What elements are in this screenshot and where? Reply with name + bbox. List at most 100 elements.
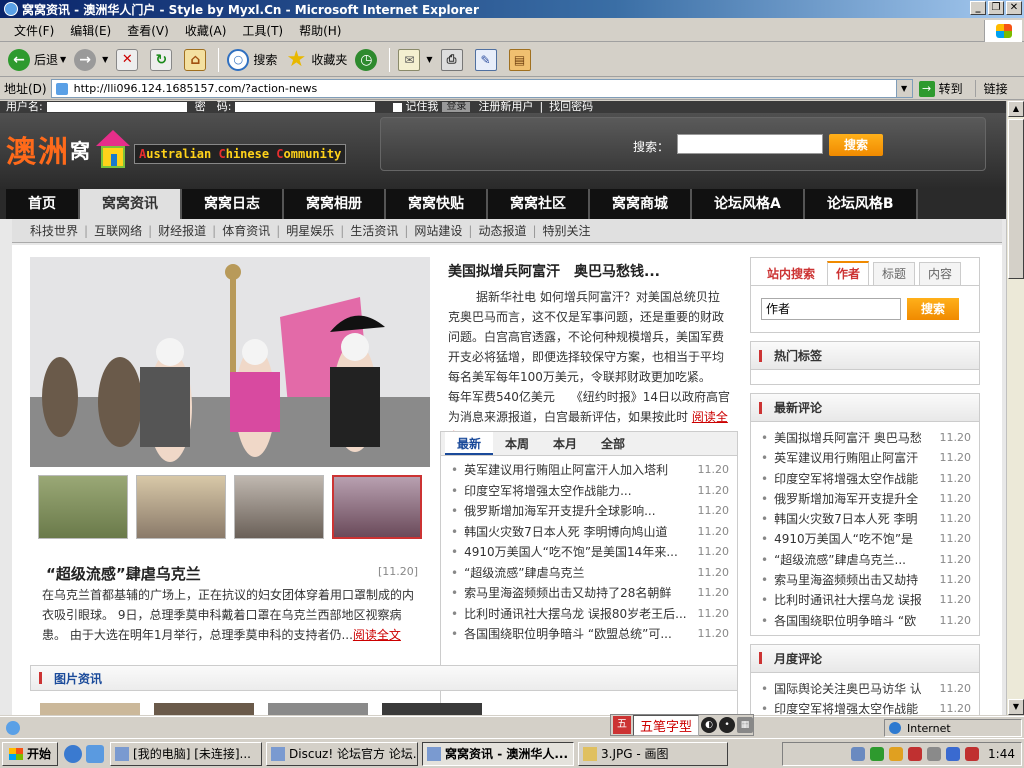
list-item[interactable]: 索马里海盗频频出击又劫持了28名朝鲜11.20 bbox=[451, 583, 729, 604]
restore-button[interactable]: ❐ bbox=[988, 1, 1004, 15]
qq-icon[interactable] bbox=[889, 747, 904, 761]
tray-app-icon[interactable] bbox=[946, 747, 961, 761]
moon-icon[interactable]: ◐ bbox=[701, 717, 718, 733]
volume-icon[interactable] bbox=[965, 747, 980, 761]
menu-favorites[interactable]: 收藏(A) bbox=[177, 22, 235, 39]
scroll-up-icon[interactable]: ▲ bbox=[1008, 101, 1024, 117]
list-item[interactable]: 比利时通讯社大摆乌龙 误报80岁老王后...11.20 bbox=[451, 604, 729, 625]
list-item[interactable]: 美国拟增兵阿富汗 奥巴马愁11.20 bbox=[761, 428, 971, 448]
list-item[interactable]: 索马里海盗频频出击又劫持11.20 bbox=[761, 570, 971, 590]
vertical-scrollbar[interactable]: ▲ ▼ bbox=[1006, 101, 1024, 715]
chevron-down-icon[interactable]: ▼ bbox=[895, 80, 912, 97]
scroll-down-icon[interactable]: ▼ bbox=[1008, 699, 1024, 715]
menu-file[interactable]: 文件(F) bbox=[6, 22, 62, 39]
nav-quickpost[interactable]: 窝窝快贴 bbox=[386, 189, 488, 219]
nav-blog[interactable]: 窝窝日志 bbox=[182, 189, 284, 219]
task-wowo-news[interactable]: 窝窝资讯 - 澳洲华人... bbox=[422, 741, 575, 766]
thumbnail[interactable] bbox=[136, 475, 226, 539]
menu-help[interactable]: 帮助(H) bbox=[291, 22, 349, 39]
remember-checkbox[interactable] bbox=[393, 102, 403, 112]
menu-tools[interactable]: 工具(T) bbox=[234, 22, 291, 39]
tab-week[interactable]: 本周 bbox=[493, 432, 541, 455]
tab-author[interactable]: 作者 bbox=[827, 261, 870, 285]
nav-forum-a[interactable]: 论坛风格A bbox=[692, 189, 805, 219]
sidebar-search-button[interactable]: 搜索 bbox=[907, 298, 959, 320]
list-item[interactable]: 俄罗斯增加海军开支提升全11.20 bbox=[761, 489, 971, 509]
scroll-thumb[interactable] bbox=[1008, 119, 1024, 279]
subnav-item[interactable]: 网站建设 bbox=[408, 222, 468, 239]
window-title-bar[interactable]: 窝窝资讯 - 澳洲华人门户 - Style by Myxl.Cn - Micro… bbox=[0, 0, 1024, 18]
list-item[interactable]: “超级流感”肆虐乌克兰11.20 bbox=[451, 563, 729, 584]
chevron-down-icon[interactable]: ▼ bbox=[60, 55, 66, 64]
tab-latest[interactable]: 最新 bbox=[445, 432, 494, 455]
list-item[interactable]: 4910万美国人“吃不饱”是美国14年来...11.20 bbox=[451, 542, 729, 563]
nav-news[interactable]: 窝窝资讯 bbox=[80, 189, 182, 219]
nav-album[interactable]: 窝窝相册 bbox=[284, 189, 386, 219]
links-button[interactable]: 链接 bbox=[974, 80, 1008, 97]
task-discuz[interactable]: Discuz! 论坛官方 论坛... bbox=[266, 741, 419, 766]
site-search-button[interactable]: 搜索 bbox=[829, 134, 883, 156]
list-item[interactable]: 英军建议用行贿阻止阿富汗人加入塔利11.20 bbox=[451, 460, 729, 481]
task-paint[interactable]: 3.JPG - 画图 bbox=[578, 741, 729, 766]
chevron-down-icon[interactable]: ▼ bbox=[426, 55, 432, 64]
featured-image[interactable] bbox=[30, 257, 430, 467]
list-item[interactable]: 国际舆论关注奥巴马访华 认11.20 bbox=[761, 679, 971, 699]
subnav-item[interactable]: 生活资讯 bbox=[344, 222, 404, 239]
login-button[interactable]: 登录 bbox=[442, 102, 471, 112]
register-link[interactable]: 注册新用户 bbox=[478, 101, 533, 112]
subnav-item[interactable]: 动态报道 bbox=[472, 222, 532, 239]
tab-month[interactable]: 本月 bbox=[541, 432, 589, 455]
picture-thumb[interactable] bbox=[40, 703, 140, 715]
list-item[interactable]: 韩国火灾致7日本人死 李明11.20 bbox=[761, 509, 971, 529]
list-item[interactable]: 各国围绕职位明争暗斗 “欧盟总统”可...11.20 bbox=[451, 624, 729, 645]
subnav-item[interactable]: 科技世界 bbox=[24, 222, 84, 239]
site-search-input[interactable] bbox=[677, 134, 823, 154]
ime-logo-icon[interactable]: 五 bbox=[613, 716, 631, 734]
favorites-button[interactable]: ★ 收藏夹 bbox=[281, 45, 351, 75]
picture-thumb[interactable] bbox=[268, 703, 368, 715]
address-input[interactable]: http://lli096.124.1685157.com/?action-ne… bbox=[50, 79, 913, 98]
list-item[interactable]: 印度空军将增强太空作战能11.20 bbox=[761, 469, 971, 489]
desktop-launch-icon[interactable] bbox=[86, 744, 105, 763]
close-button[interactable]: ✕ bbox=[1006, 1, 1022, 15]
punct-icon[interactable]: • bbox=[719, 717, 736, 733]
subnav-item[interactable]: 财经报道 bbox=[152, 222, 212, 239]
print-button[interactable]: ⎙ bbox=[437, 45, 471, 75]
go-button[interactable]: → 转到 bbox=[918, 80, 963, 97]
search-button[interactable]: ○ 搜索 bbox=[223, 45, 281, 75]
network-icon[interactable] bbox=[851, 747, 866, 761]
password-input[interactable] bbox=[235, 102, 376, 112]
stop-button[interactable]: ✕ bbox=[112, 45, 146, 75]
ime-mode[interactable]: 五笔字型 bbox=[633, 714, 700, 736]
chevron-down-icon[interactable]: ▼ bbox=[102, 55, 108, 64]
list-item[interactable]: 印度空军将增强太空作战能11.20 bbox=[761, 699, 971, 715]
username-input[interactable] bbox=[46, 102, 187, 112]
sidebar-search-input[interactable]: 作者 bbox=[761, 298, 901, 320]
featured-readmore-link[interactable]: 阅读全文 bbox=[353, 628, 401, 642]
article-title[interactable]: 美国拟增兵阿富汗 奥巴马愁钱... bbox=[440, 255, 738, 287]
thumbnail[interactable] bbox=[234, 475, 324, 539]
home-button[interactable]: ⌂ bbox=[180, 45, 214, 75]
list-item[interactable]: 比利时通讯社大摆乌龙 误报11.20 bbox=[761, 590, 971, 610]
nav-community[interactable]: 窝窝社区 bbox=[488, 189, 590, 219]
minimize-button[interactable]: _ bbox=[970, 1, 986, 15]
tab-all[interactable]: 全部 bbox=[589, 432, 637, 455]
keyboard-icon[interactable]: ▦ bbox=[737, 717, 754, 733]
subnav-item[interactable]: 明星娱乐 bbox=[280, 222, 340, 239]
forgot-password-link[interactable]: 找回密码 bbox=[549, 101, 593, 112]
nav-forum-b[interactable]: 论坛风格B bbox=[804, 189, 918, 219]
menu-edit[interactable]: 编辑(E) bbox=[62, 22, 119, 39]
forward-button[interactable]: → ▼ bbox=[70, 45, 112, 75]
site-logo[interactable]: 澳洲 窝 Australian Chinese Community bbox=[6, 127, 347, 171]
list-item[interactable]: 4910万美国人“吃不饱”是11.20 bbox=[761, 529, 971, 549]
list-item[interactable]: “超级流感”肆虐乌克兰...11.20 bbox=[761, 550, 971, 570]
nav-home[interactable]: 首页 bbox=[6, 189, 80, 219]
featured-title[interactable]: “超级流感”肆虐乌克兰 bbox=[46, 563, 201, 584]
discuss-button[interactable]: ▤ bbox=[505, 45, 539, 75]
mail-button[interactable]: ✉ ▼ bbox=[394, 45, 436, 75]
back-button[interactable]: ← 后退 ▼ bbox=[4, 45, 70, 75]
list-item[interactable]: 英军建议用行贿阻止阿富汗11.20 bbox=[761, 448, 971, 468]
list-item[interactable]: 韩国火灾致7日本人死 李明博向鸠山道11.20 bbox=[451, 522, 729, 543]
picture-thumb[interactable] bbox=[154, 703, 254, 715]
list-item[interactable]: 印度空军将增强太空作战能力...11.20 bbox=[451, 481, 729, 502]
